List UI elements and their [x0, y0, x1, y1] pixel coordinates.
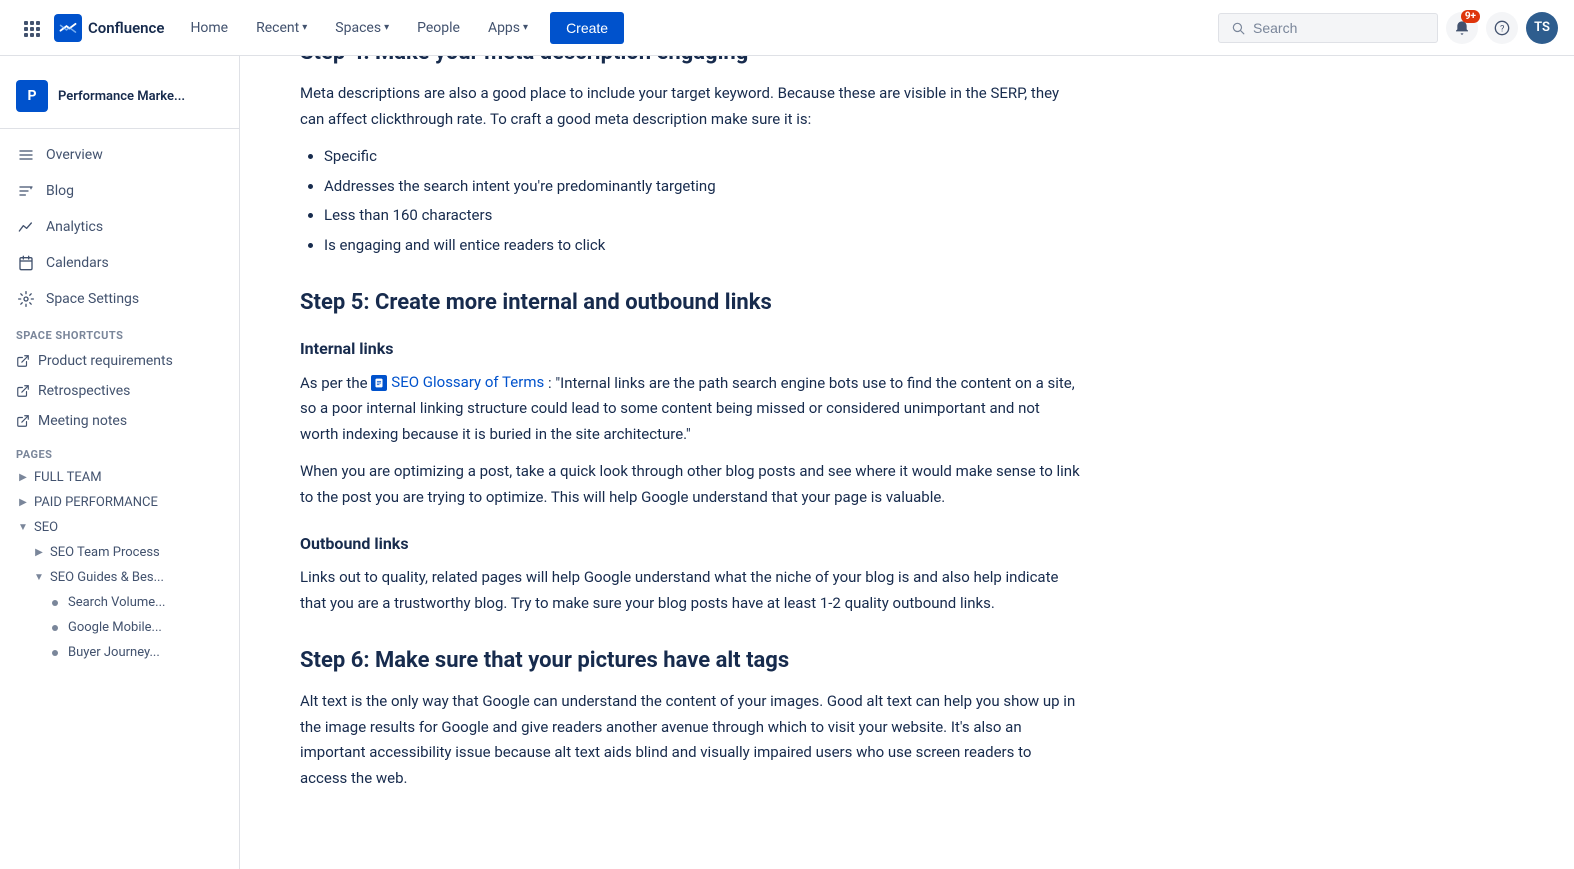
shortcut-retrospectives[interactable]: Retrospectives: [0, 376, 239, 406]
create-button[interactable]: Create: [550, 12, 624, 44]
search-bar[interactable]: [1218, 13, 1438, 43]
page-tree-search-volume[interactable]: Search Volume...: [0, 590, 239, 615]
seo-glossary-link[interactable]: SEO Glossary of Terms: [371, 370, 544, 396]
top-navigation: Confluence Home Recent ▾ Spaces ▾ People…: [0, 0, 1574, 56]
spaces-chevron: ▾: [384, 22, 389, 33]
page-tree-paid-performance[interactable]: ▶ PAID PERFORMANCE: [0, 490, 239, 515]
page-tree-seo[interactable]: ▼ SEO: [0, 515, 239, 540]
nav-apps[interactable]: Apps ▾: [478, 14, 538, 42]
logo[interactable]: Confluence: [54, 14, 164, 42]
bullet-dot: [52, 600, 58, 606]
step5-heading: Step 5: Create more internal and outboun…: [300, 290, 1080, 315]
page-tree-seo-guides[interactable]: ▼ SEO Guides & Bes...: [0, 565, 239, 590]
grid-icon: [24, 21, 38, 35]
svg-text:": ": [30, 186, 32, 194]
help-icon: ?: [1494, 20, 1510, 36]
notification-badge: 9+: [1461, 10, 1480, 23]
space-icon: P: [16, 80, 48, 112]
outbound-links-heading: Outbound links: [300, 534, 1080, 553]
shortcut-product-requirements[interactable]: Product requirements: [0, 346, 239, 376]
sidebar-item-space-settings[interactable]: Space Settings: [0, 281, 239, 317]
space-header[interactable]: P Performance Marke...: [0, 72, 239, 129]
chevron-down-icon-2: ▼: [32, 571, 46, 585]
calendar-icon: [16, 253, 36, 273]
chevron-down-icon: ▼: [16, 521, 30, 535]
apps-chevron: ▾: [523, 22, 528, 33]
notification-button[interactable]: 9+: [1446, 12, 1478, 44]
confluence-logo-text: Confluence: [88, 19, 164, 37]
pages-label: PAGES: [0, 436, 239, 465]
step4-bullets: Specific Addresses the search intent you…: [324, 144, 1080, 258]
recent-chevron: ▾: [302, 22, 307, 33]
chevron-right-icon-3: ▶: [32, 546, 46, 560]
bullet-160-chars: Less than 160 characters: [324, 203, 1080, 229]
search-icon: [1231, 21, 1245, 35]
nav-people[interactable]: People: [407, 14, 470, 42]
external-link-icon-2: [16, 384, 30, 398]
blog-icon: ": [16, 181, 36, 201]
bullet-dot-2: [52, 625, 58, 631]
nav-home[interactable]: Home: [180, 14, 238, 42]
step6-heading: Step 6: Make sure that your pictures hav…: [300, 648, 1080, 673]
help-button[interactable]: ?: [1486, 12, 1518, 44]
external-link-icon-3: [16, 414, 30, 428]
search-input[interactable]: [1253, 20, 1403, 36]
step6-para: Alt text is the only way that Google can…: [300, 689, 1080, 791]
analytics-icon: [16, 217, 36, 237]
internal-links-para2: When you are optimizing a post, take a q…: [300, 459, 1080, 510]
bullet-specific: Specific: [324, 144, 1080, 170]
confluence-logo-icon: [54, 14, 82, 42]
nav-spaces[interactable]: Spaces ▾: [325, 14, 399, 42]
internal-links-heading: Internal links: [300, 339, 1080, 358]
page-tree-google-mobile[interactable]: Google Mobile...: [0, 615, 239, 640]
space-name: Performance Marke...: [58, 89, 185, 104]
page-tree-buyer-journey[interactable]: Buyer Journey...: [0, 640, 239, 665]
sidebar-item-overview[interactable]: Overview: [0, 137, 239, 173]
sidebar-item-analytics[interactable]: Analytics: [0, 209, 239, 245]
bullet-search-intent: Addresses the search intent you're predo…: [324, 174, 1080, 200]
overview-icon: [16, 145, 36, 165]
gear-icon: [16, 289, 36, 309]
chevron-right-icon: ▶: [16, 471, 30, 485]
page-tree-seo-team-process[interactable]: ▶ SEO Team Process: [0, 540, 239, 565]
sidebar-item-blog[interactable]: " Blog: [0, 173, 239, 209]
sidebar-item-calendars[interactable]: Calendars: [0, 245, 239, 281]
main-content: Step 4: Make your meta description engag…: [240, 0, 1140, 843]
svg-text:?: ?: [1500, 23, 1505, 34]
nav-recent[interactable]: Recent ▾: [246, 14, 317, 42]
chevron-right-icon-2: ▶: [16, 496, 30, 510]
apps-grid-button[interactable]: [16, 13, 46, 43]
step4-intro: Meta descriptions are also a good place …: [300, 81, 1080, 132]
internal-links-para1: As per the SEO Glossary of Terms : "Inte…: [300, 370, 1080, 447]
outbound-links-para: Links out to quality, related pages will…: [300, 565, 1080, 616]
shortcuts-label: SPACE SHORTCUTS: [0, 317, 239, 346]
sidebar: P Performance Marke... Overview " Blog A…: [0, 56, 240, 869]
bullet-dot-3: [52, 650, 58, 656]
user-avatar[interactable]: TS: [1526, 12, 1558, 44]
page-tree-full-team[interactable]: ▶ FULL TEAM: [0, 465, 239, 490]
page-icon: [371, 375, 387, 391]
external-link-icon: [16, 354, 30, 368]
shortcut-meeting-notes[interactable]: Meeting notes: [0, 406, 239, 436]
bullet-engaging: Is engaging and will entice readers to c…: [324, 233, 1080, 259]
